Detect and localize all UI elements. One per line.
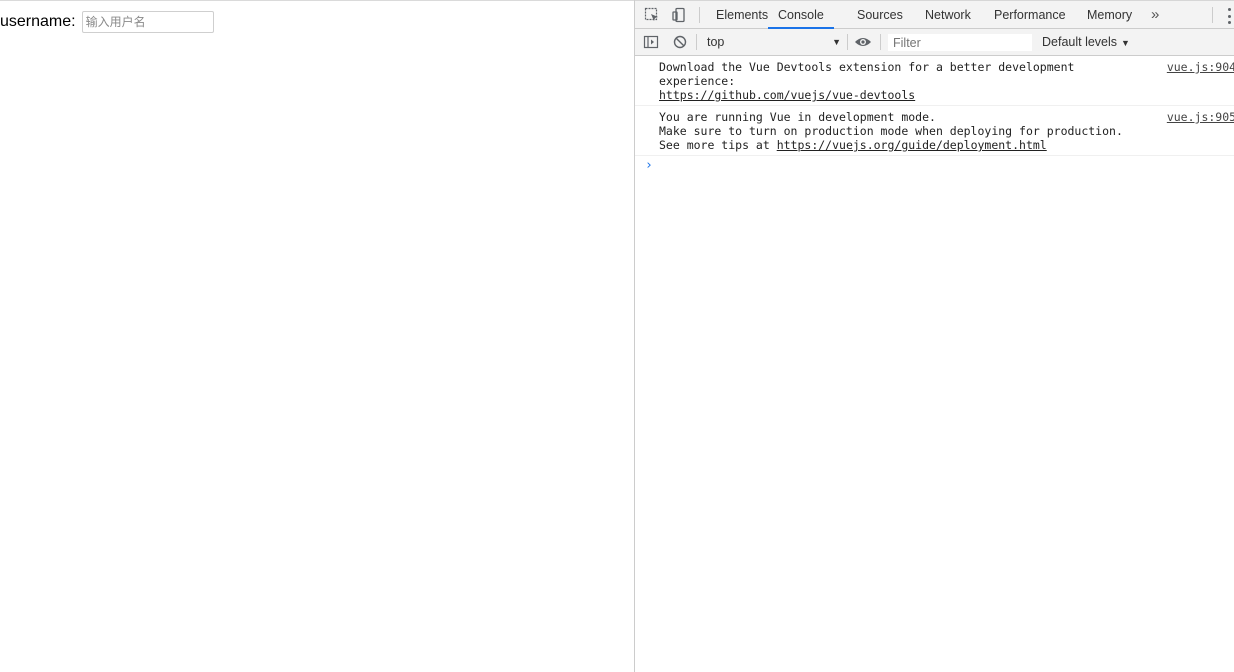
tab-console[interactable]: Console (768, 1, 834, 29)
username-label: username: (0, 13, 76, 30)
device-toolbar-icon[interactable] (670, 6, 688, 24)
console-toolbar: top ▼ Default levels▼ (635, 29, 1234, 56)
message-line: Download the Vue Devtools extension for … (659, 60, 1075, 74)
filter-input[interactable] (887, 33, 1033, 52)
toolbar-separator (847, 34, 848, 50)
tab-elements[interactable]: Elements (716, 1, 768, 29)
devtools-tabbar: Elements Console Sources Network Perform… (635, 0, 1234, 29)
chevron-down-icon: ▼ (1121, 38, 1130, 48)
message-line: experience: (659, 74, 736, 88)
message-source-link[interactable]: vue.js:9045 (1167, 60, 1234, 74)
message-text: See more tips at (659, 138, 777, 152)
tab-performance[interactable]: Performance (994, 1, 1066, 29)
prompt-chevron-icon: › (645, 158, 653, 173)
username-form: username: (0, 11, 214, 33)
message-line: Make sure to turn on production mode whe… (659, 124, 1123, 138)
message-source-link[interactable]: vue.js:9055 (1167, 110, 1234, 124)
more-options-icon[interactable] (1227, 8, 1231, 24)
toolbar-separator (696, 34, 697, 50)
inspect-element-icon[interactable] (643, 6, 661, 24)
live-expression-eye-icon[interactable] (854, 33, 872, 51)
console-prompt[interactable]: › (635, 156, 1234, 176)
log-levels-select[interactable]: Default levels ▼ (1042, 29, 1130, 55)
tab-memory[interactable]: Memory (1087, 1, 1132, 29)
tabbar-separator (1212, 7, 1213, 23)
console-message: Download the Vue Devtools extension for … (635, 56, 1234, 106)
context-select[interactable]: top ▼ (701, 29, 841, 55)
show-sidebar-icon[interactable] (642, 33, 660, 51)
chevron-down-icon: ▼ (832, 37, 841, 47)
tab-sources[interactable]: Sources (857, 1, 903, 29)
message-line: You are running Vue in development mode. (659, 110, 936, 124)
log-levels-label: Default levels (1042, 35, 1118, 49)
devtools-panel: Elements Console Sources Network Perform… (634, 0, 1234, 672)
console-output: Download the Vue Devtools extension for … (635, 56, 1234, 176)
context-value: top (707, 35, 725, 49)
tab-network[interactable]: Network (925, 1, 971, 29)
message-line: See more tips at https://vuejs.org/guide… (659, 138, 1234, 152)
console-message: You are running Vue in development mode.… (635, 106, 1234, 156)
username-input[interactable] (81, 11, 214, 33)
more-tabs-icon[interactable]: » (1151, 1, 1159, 29)
tabbar-separator (699, 7, 700, 23)
message-link[interactable]: https://github.com/vuejs/vue-devtools (659, 88, 1234, 102)
toolbar-separator (880, 34, 881, 50)
message-link[interactable]: https://vuejs.org/guide/deployment.html (777, 138, 1047, 152)
page-viewport: username: (0, 0, 634, 672)
clear-console-icon[interactable] (671, 33, 689, 51)
